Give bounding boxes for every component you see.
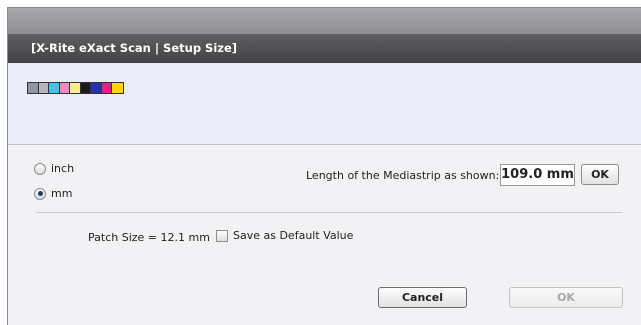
mediastrip-patch: [101, 83, 112, 93]
mm-radio[interactable]: [34, 187, 46, 200]
mediastrip-patch: [91, 83, 102, 93]
save-default-option[interactable]: Save as Default Value: [216, 229, 353, 242]
inch-radio-label: inch: [51, 162, 75, 175]
dialog-title: [X-Rite eXact Scan | Setup Size]: [8, 34, 641, 63]
mediastrip-patch: [38, 83, 49, 93]
mediastrip-preview: [27, 82, 124, 94]
unit-option-mm[interactable]: mm: [34, 187, 72, 200]
save-default-checkbox[interactable]: [216, 229, 228, 242]
ok-button[interactable]: OK: [509, 287, 623, 308]
length-label: Length of the Mediastrip as shown:: [306, 169, 500, 182]
length-input[interactable]: 109.0 mm: [500, 164, 575, 186]
cancel-button[interactable]: Cancel: [378, 287, 467, 308]
mediastrip-patch: [112, 83, 123, 93]
unit-option-inch[interactable]: inch: [34, 162, 74, 175]
mediastrip-patch: [49, 83, 60, 93]
mediastrip-patch: [80, 83, 91, 93]
patch-size-text: Patch Size = 12.1 mm: [88, 231, 210, 244]
save-default-label: Save as Default Value: [233, 229, 354, 242]
setup-size-dialog: [X-Rite eXact Scan | Setup Size] inch mm…: [7, 7, 641, 325]
separator: [36, 212, 622, 213]
length-ok-button[interactable]: OK: [581, 164, 619, 185]
inch-radio[interactable]: [34, 162, 46, 175]
mediastrip-patch: [70, 83, 81, 93]
mm-radio-label: mm: [51, 187, 73, 200]
window-chrome: [8, 8, 641, 34]
mediastrip-patch: [28, 83, 39, 93]
dialog-content: inch mm Length of the Mediastrip as show…: [8, 146, 641, 325]
mediastrip-patch: [59, 83, 70, 93]
mediastrip-preview-area: [8, 63, 641, 145]
